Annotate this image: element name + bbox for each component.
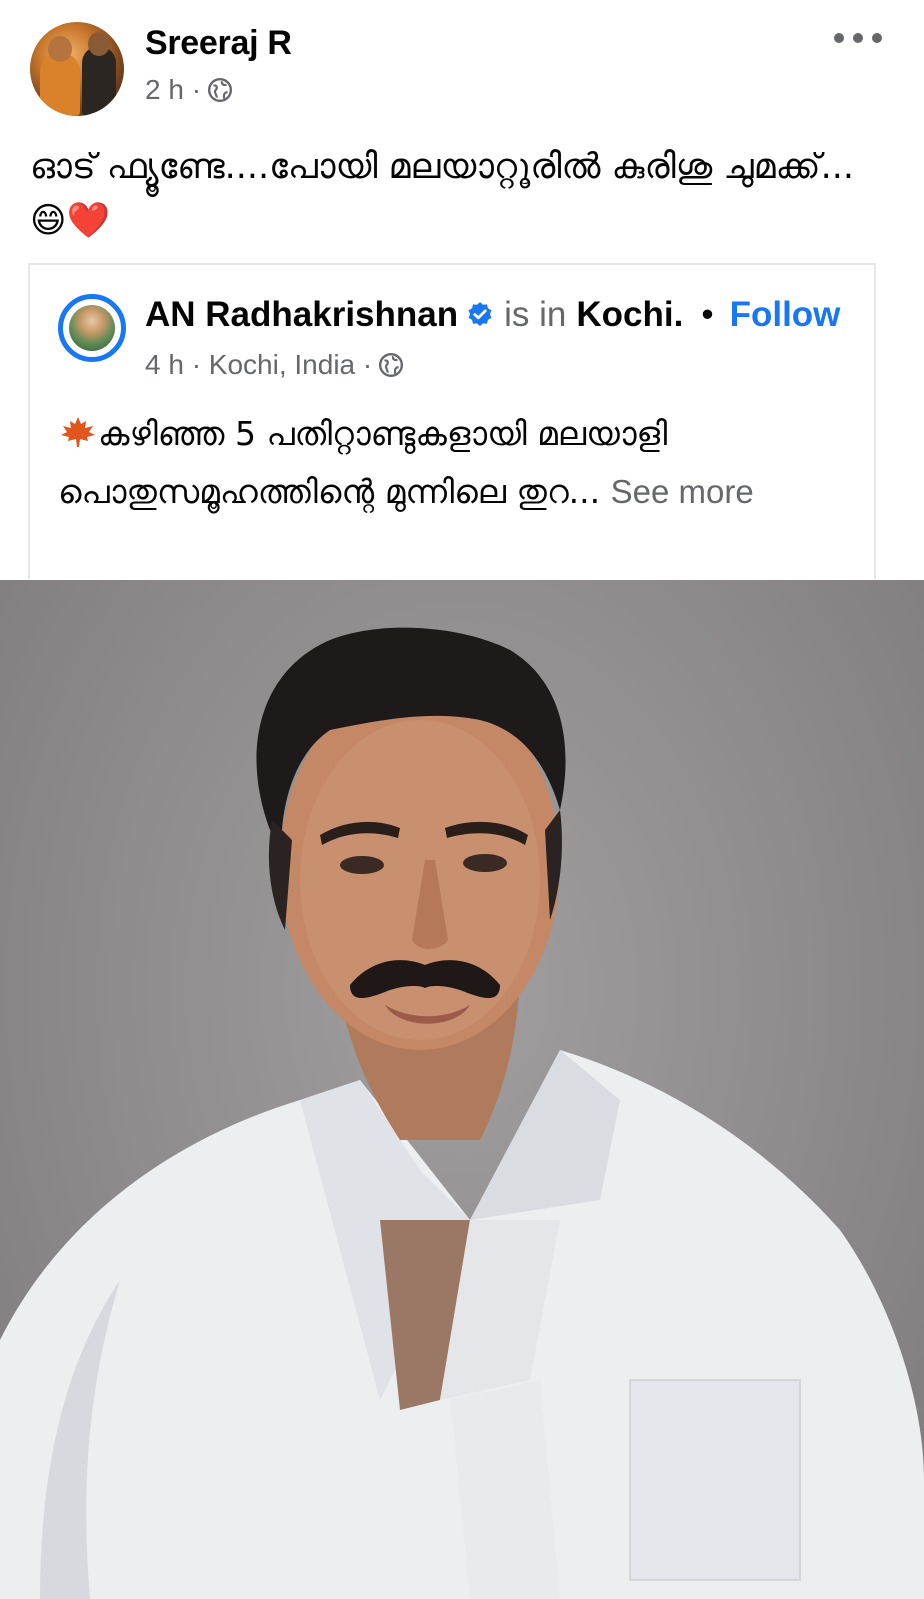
shared-post-text: കഴിഞ്ഞ 5 പതിറ്റാണ്ടുകളായി മലയാളി പൊതുസമൂ… xyxy=(58,405,838,521)
maple-leaf-icon xyxy=(61,417,95,447)
shared-post-body: കഴിഞ്ഞ 5 പതിറ്റാണ്ടുകളായി മലയാളി പൊതുസമൂ… xyxy=(58,414,668,511)
shared-post-meta: 4 h · Kochi, India · xyxy=(145,349,404,381)
see-more-link[interactable]: See more xyxy=(611,473,754,510)
globe-icon xyxy=(208,77,233,103)
shared-post-time[interactable]: 4 h · Kochi, India · xyxy=(145,349,372,381)
shared-post-card[interactable]: AN Radhakrishnan is in Kochi. • Follow 4… xyxy=(28,263,876,579)
follow-button[interactable]: Follow xyxy=(730,295,841,335)
author-avatar[interactable] xyxy=(30,22,124,116)
author-name[interactable]: Sreeraj R xyxy=(145,24,292,63)
verified-badge-icon xyxy=(468,302,492,326)
shared-post-title: AN Radhakrishnan is in Kochi. • Follow xyxy=(145,295,840,335)
shared-author-name[interactable]: AN Radhakrishnan xyxy=(145,295,458,335)
post-time[interactable]: 2 h · xyxy=(145,74,201,106)
location-link[interactable]: Kochi. xyxy=(576,295,683,335)
is-in-label: is in xyxy=(504,295,567,334)
more-options-icon[interactable] xyxy=(834,20,882,56)
globe-icon xyxy=(379,352,404,378)
title-separator: • xyxy=(701,295,714,334)
shared-post-photo[interactable] xyxy=(0,580,924,1599)
shared-author-avatar[interactable] xyxy=(58,294,126,362)
post-header: Sreeraj R 2 h · xyxy=(0,0,924,124)
post-meta: 2 h · xyxy=(145,74,233,106)
post-caption: ഓട് ഫ്യൂണ്ടേ....പോയി മലയാറ്റൂരിൽ കുരിശു … xyxy=(30,147,854,241)
